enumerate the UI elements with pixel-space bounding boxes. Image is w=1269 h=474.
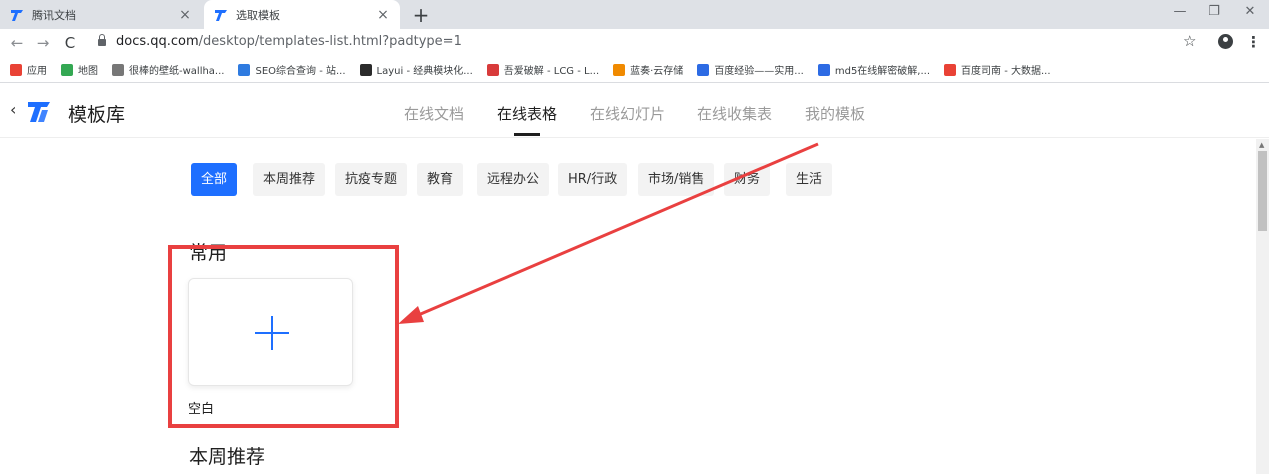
annotation-arrow-line [415, 142, 819, 318]
page-scrollbar[interactable]: ▲ [1256, 139, 1269, 474]
annotation-arrow-head [398, 306, 424, 324]
scroll-up-arrow-icon[interactable]: ▲ [1259, 141, 1264, 149]
scrollbar-thumb[interactable] [1258, 151, 1267, 231]
annotation-arrow [398, 142, 819, 324]
